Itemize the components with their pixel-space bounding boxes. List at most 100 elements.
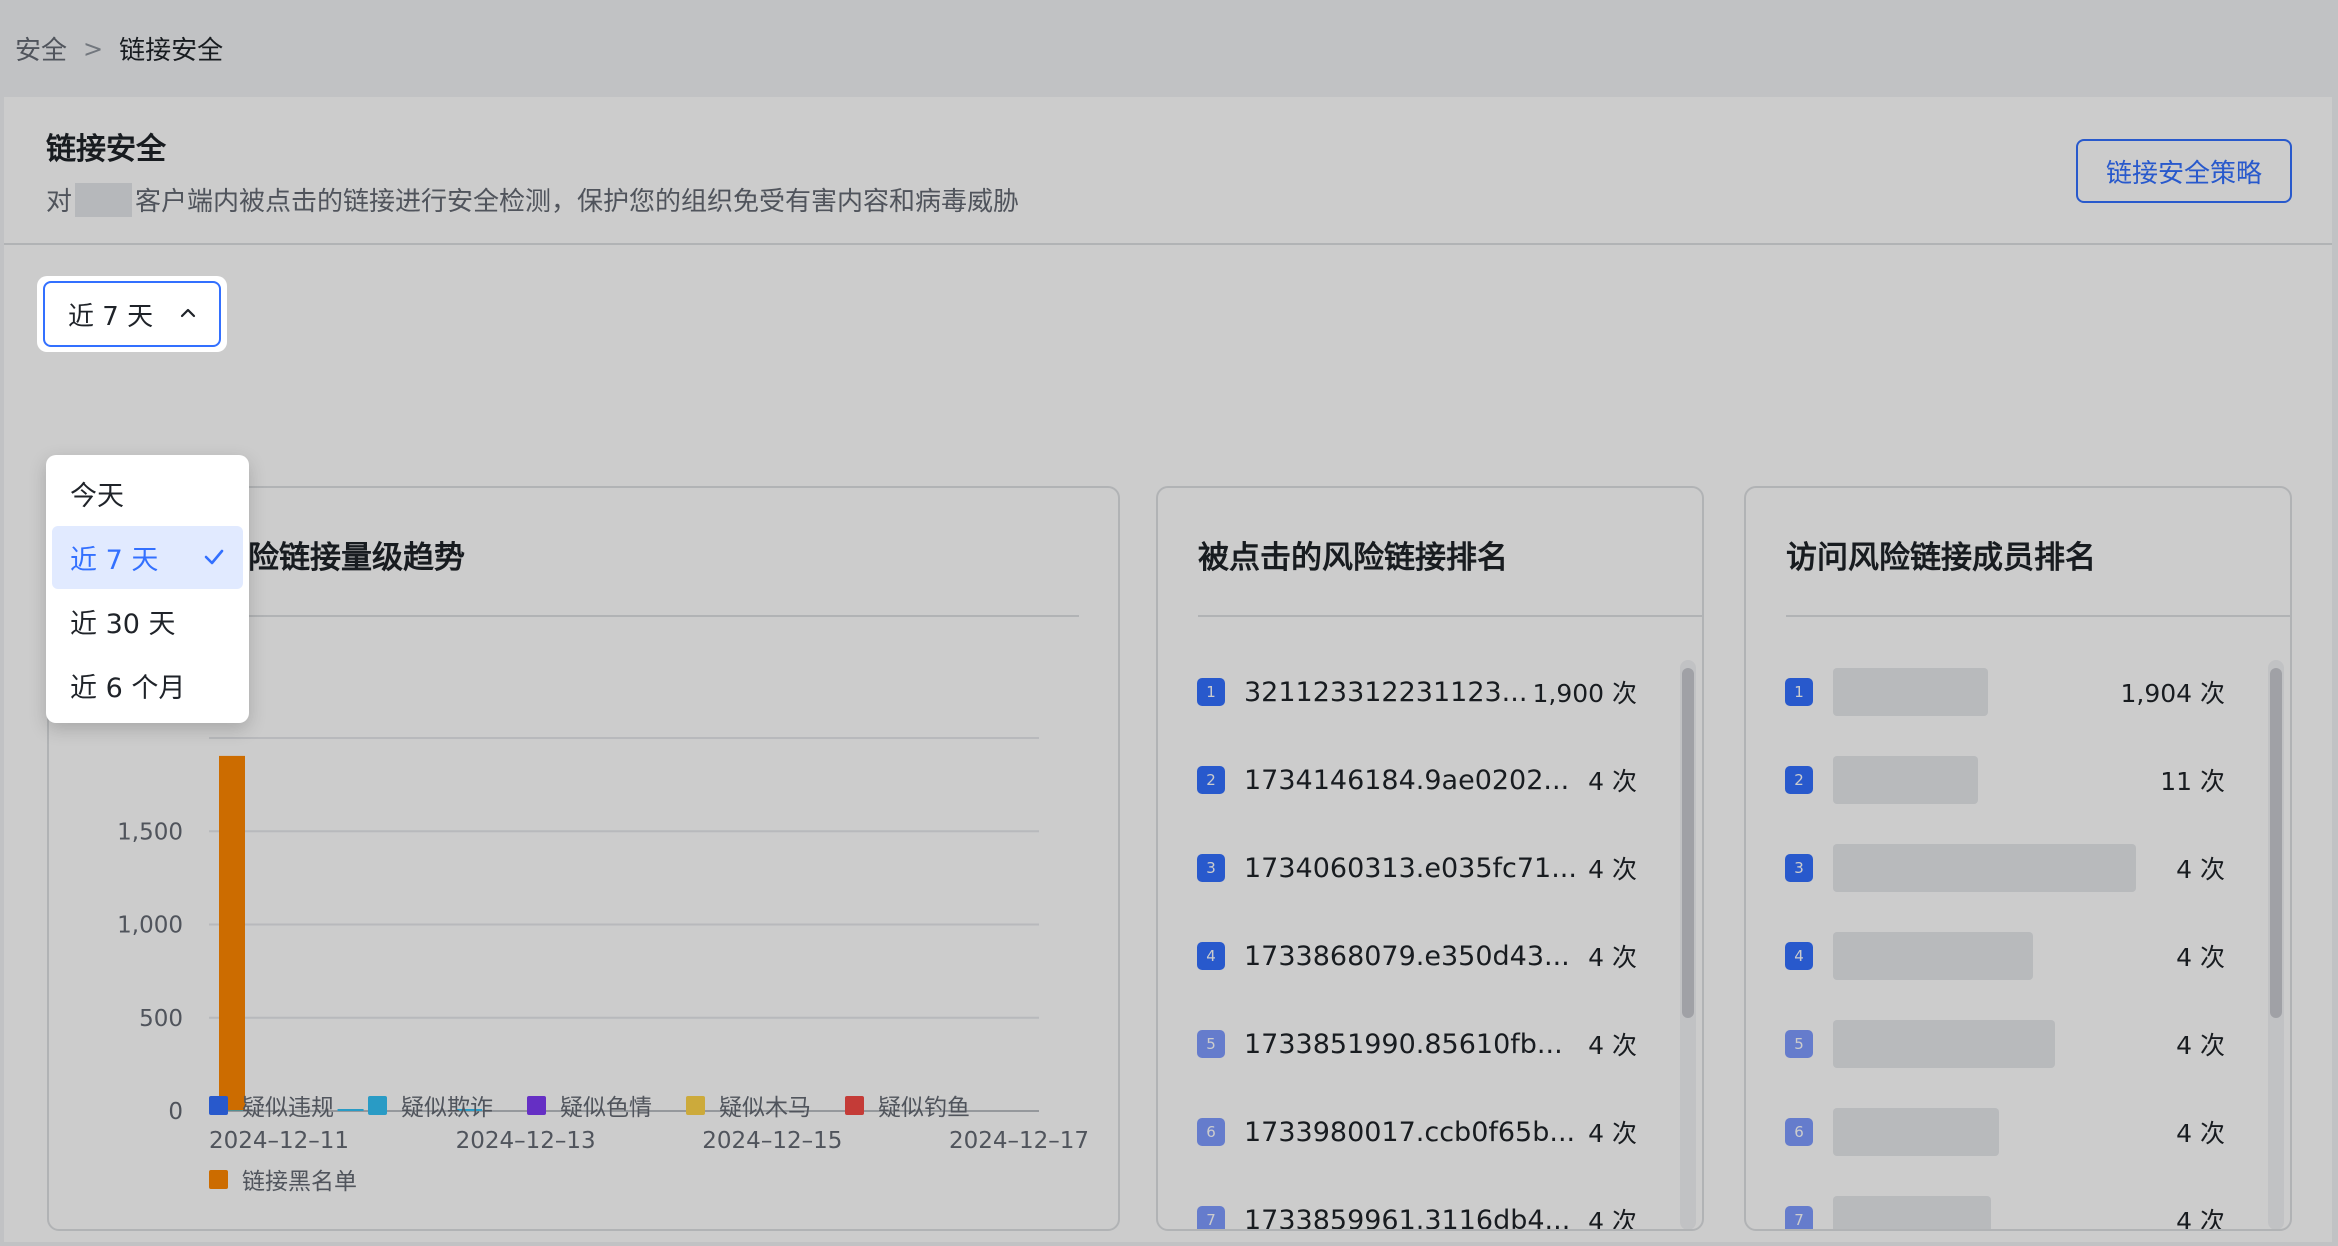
page-title: 链接安全 bbox=[46, 132, 166, 167]
legend-swatch bbox=[209, 1095, 228, 1115]
dropdown-option[interactable]: 今天 bbox=[52, 462, 243, 525]
member-count: 1,904 次 bbox=[2120, 679, 2225, 708]
legend-item[interactable]: 链接黑名单 bbox=[209, 1162, 357, 1196]
risk-link-row[interactable]: 4 1733868079.e350d43... 4 次 bbox=[1197, 912, 1637, 1000]
member-count: 4 次 bbox=[2176, 1031, 2225, 1060]
breadcrumb: 安全 > 链接安全 bbox=[0, 0, 2338, 97]
rank-badge: 5 bbox=[1785, 1030, 1813, 1058]
dropdown-option-label: 今天 bbox=[70, 481, 124, 512]
rank-card-divider bbox=[1198, 615, 1702, 617]
legend-swatch bbox=[845, 1095, 864, 1115]
dropdown-option[interactable]: 近 6 个月 bbox=[52, 654, 243, 717]
member-count: 4 次 bbox=[2176, 1119, 2225, 1148]
member-row[interactable]: 5 4 次 bbox=[1785, 1000, 2225, 1088]
member-card-title: 访问风险链接成员排名 bbox=[1786, 540, 2096, 576]
member-row[interactable]: 6 4 次 bbox=[1785, 1088, 2225, 1176]
risk-link-row[interactable]: 3 1734060313.e035fc71... 4 次 bbox=[1197, 824, 1637, 912]
bar[interactable] bbox=[219, 755, 245, 1111]
member-row[interactable]: 3 4 次 bbox=[1785, 824, 2225, 912]
member-count: 4 次 bbox=[2176, 1207, 2225, 1231]
legend-label: 链接黑名单 bbox=[242, 1169, 357, 1195]
risk-link-row[interactable]: 7 1733859961.3116db4... 4 次 bbox=[1197, 1176, 1637, 1231]
y-tick-label: 500 bbox=[139, 1006, 183, 1032]
risk-link-count: 4 次 bbox=[1588, 943, 1637, 972]
date-range-select-value: 近 7 天 bbox=[68, 301, 154, 332]
header-divider bbox=[4, 243, 2332, 245]
member-list-scroll-thumb[interactable] bbox=[2270, 668, 2282, 1018]
legend-label: 疑似木马 bbox=[719, 1095, 811, 1121]
risk-link-count: 1,900 次 bbox=[1532, 679, 1637, 708]
dropdown-option[interactable]: 近 30 天 bbox=[52, 590, 243, 653]
risk-link-row[interactable]: 6 1733980017.ccb0f65b... 4 次 bbox=[1197, 1088, 1637, 1176]
rank-badge: 6 bbox=[1197, 1118, 1225, 1146]
rank-badge: 3 bbox=[1785, 854, 1813, 882]
member-row[interactable]: 1 1,904 次 bbox=[1785, 648, 2225, 736]
legend-item[interactable]: 疑似违规 bbox=[209, 1088, 334, 1122]
rank-badge: 6 bbox=[1785, 1118, 1813, 1146]
date-range-select[interactable]: 近 7 天 bbox=[43, 281, 221, 347]
rank-badge: 5 bbox=[1197, 1030, 1225, 1058]
risk-link-name: 321123312231123... bbox=[1244, 676, 1528, 708]
member-card-divider bbox=[1786, 615, 2290, 617]
chart-legend: 疑似违规 疑似欺诈 疑似色情 疑似木马 疑似钓鱼链接黑名单 bbox=[209, 1088, 1029, 1196]
breadcrumb-current: 链接安全 bbox=[119, 36, 224, 66]
legend-item[interactable]: 疑似钓鱼 bbox=[845, 1088, 970, 1122]
risk-link-count: 4 次 bbox=[1588, 1119, 1637, 1148]
legend-swatch bbox=[368, 1095, 387, 1115]
redacted-member-name bbox=[1833, 932, 2033, 980]
legend-swatch bbox=[527, 1095, 546, 1115]
rank-badge: 1 bbox=[1785, 678, 1813, 706]
legend-label: 疑似违规 bbox=[242, 1095, 334, 1121]
legend-swatch bbox=[686, 1095, 705, 1115]
risk-link-count: 4 次 bbox=[1588, 855, 1637, 884]
risk-link-name: 1733980017.ccb0f65b... bbox=[1244, 1116, 1576, 1148]
page-description-prefix: 对 bbox=[46, 187, 73, 217]
member-list-scrollbar[interactable] bbox=[2268, 660, 2284, 1229]
risk-link-rank-list: 1 321123312231123... 1,900 次 2 1734146184.9a… bbox=[1197, 648, 1637, 1231]
redacted-member-name bbox=[1833, 1108, 1999, 1156]
risk-link-name: 1733851990.85610fb... bbox=[1244, 1028, 1563, 1060]
risk-link-count: 4 次 bbox=[1588, 767, 1637, 796]
risk-link-row[interactable]: 1 321123312231123... 1,900 次 bbox=[1197, 648, 1637, 736]
member-row[interactable]: 7 4 次 bbox=[1785, 1176, 2225, 1231]
rank-badge: 2 bbox=[1197, 766, 1225, 794]
rank-badge: 1 bbox=[1197, 678, 1225, 706]
check-icon bbox=[204, 549, 224, 565]
member-rank-list: 1 1,904 次 2 11 次 3 4 次 4 4 次 5 4 次 6 4 次 7 4 次 bbox=[1785, 648, 2225, 1231]
member-count: 4 次 bbox=[2176, 943, 2225, 972]
redacted-member-name bbox=[1833, 668, 1988, 716]
risk-link-rank-card: 被点击的风险链接排名 1 321123312231123... 1,900 次 2 17… bbox=[1156, 486, 1704, 1231]
dropdown-option-label: 近 30 天 bbox=[70, 609, 176, 640]
member-count: 11 次 bbox=[2160, 767, 2225, 796]
rank-list-scroll-thumb[interactable] bbox=[1682, 668, 1694, 1018]
link-security-policy-button[interactable]: 链接安全策略 bbox=[2076, 139, 2292, 203]
chevron-right-icon: > bbox=[83, 34, 104, 63]
risk-link-name: 1734060313.e035fc71... bbox=[1244, 852, 1577, 884]
redacted-app-name bbox=[75, 182, 133, 217]
legend-item[interactable]: 疑似色情 bbox=[527, 1088, 652, 1122]
legend-item[interactable]: 疑似木马 bbox=[686, 1088, 811, 1122]
rank-badge: 7 bbox=[1197, 1206, 1225, 1229]
rank-badge: 4 bbox=[1785, 942, 1813, 970]
redacted-member-name bbox=[1833, 1196, 1991, 1229]
member-row[interactable]: 4 4 次 bbox=[1785, 912, 2225, 1000]
rank-list-scrollbar[interactable] bbox=[1680, 660, 1696, 1229]
y-tick-label: 1,000 bbox=[117, 913, 183, 939]
chevron-up-icon bbox=[180, 308, 196, 318]
legend-item[interactable]: 疑似欺诈 bbox=[368, 1088, 493, 1122]
redacted-member-name bbox=[1833, 1020, 2055, 1068]
dropdown-option-label: 近 6 个月 bbox=[70, 673, 186, 704]
risk-link-name: 1733859961.3116db4... bbox=[1244, 1204, 1571, 1231]
risk-link-row[interactable]: 5 1733851990.85610fb... 4 次 bbox=[1197, 1000, 1637, 1088]
breadcrumb-security-link[interactable]: 安全 bbox=[15, 30, 67, 67]
y-tick-label: 0 bbox=[168, 1099, 183, 1125]
rank-badge: 3 bbox=[1197, 854, 1225, 882]
risk-link-count: 4 次 bbox=[1588, 1031, 1637, 1060]
risk-link-name: 1734146184.9ae0202... bbox=[1244, 764, 1570, 796]
rank-badge: 7 bbox=[1785, 1206, 1813, 1229]
page-description: 对 客户端内被点击的链接进行安全检测，保护您的组织免受有害内容和病毒威胁 bbox=[46, 181, 1019, 218]
dropdown-option[interactable]: 近 7 天 bbox=[52, 526, 243, 589]
risk-link-row[interactable]: 2 1734146184.9ae0202... 4 次 bbox=[1197, 736, 1637, 824]
rank-badge: 4 bbox=[1197, 942, 1225, 970]
member-row[interactable]: 2 11 次 bbox=[1785, 736, 2225, 824]
